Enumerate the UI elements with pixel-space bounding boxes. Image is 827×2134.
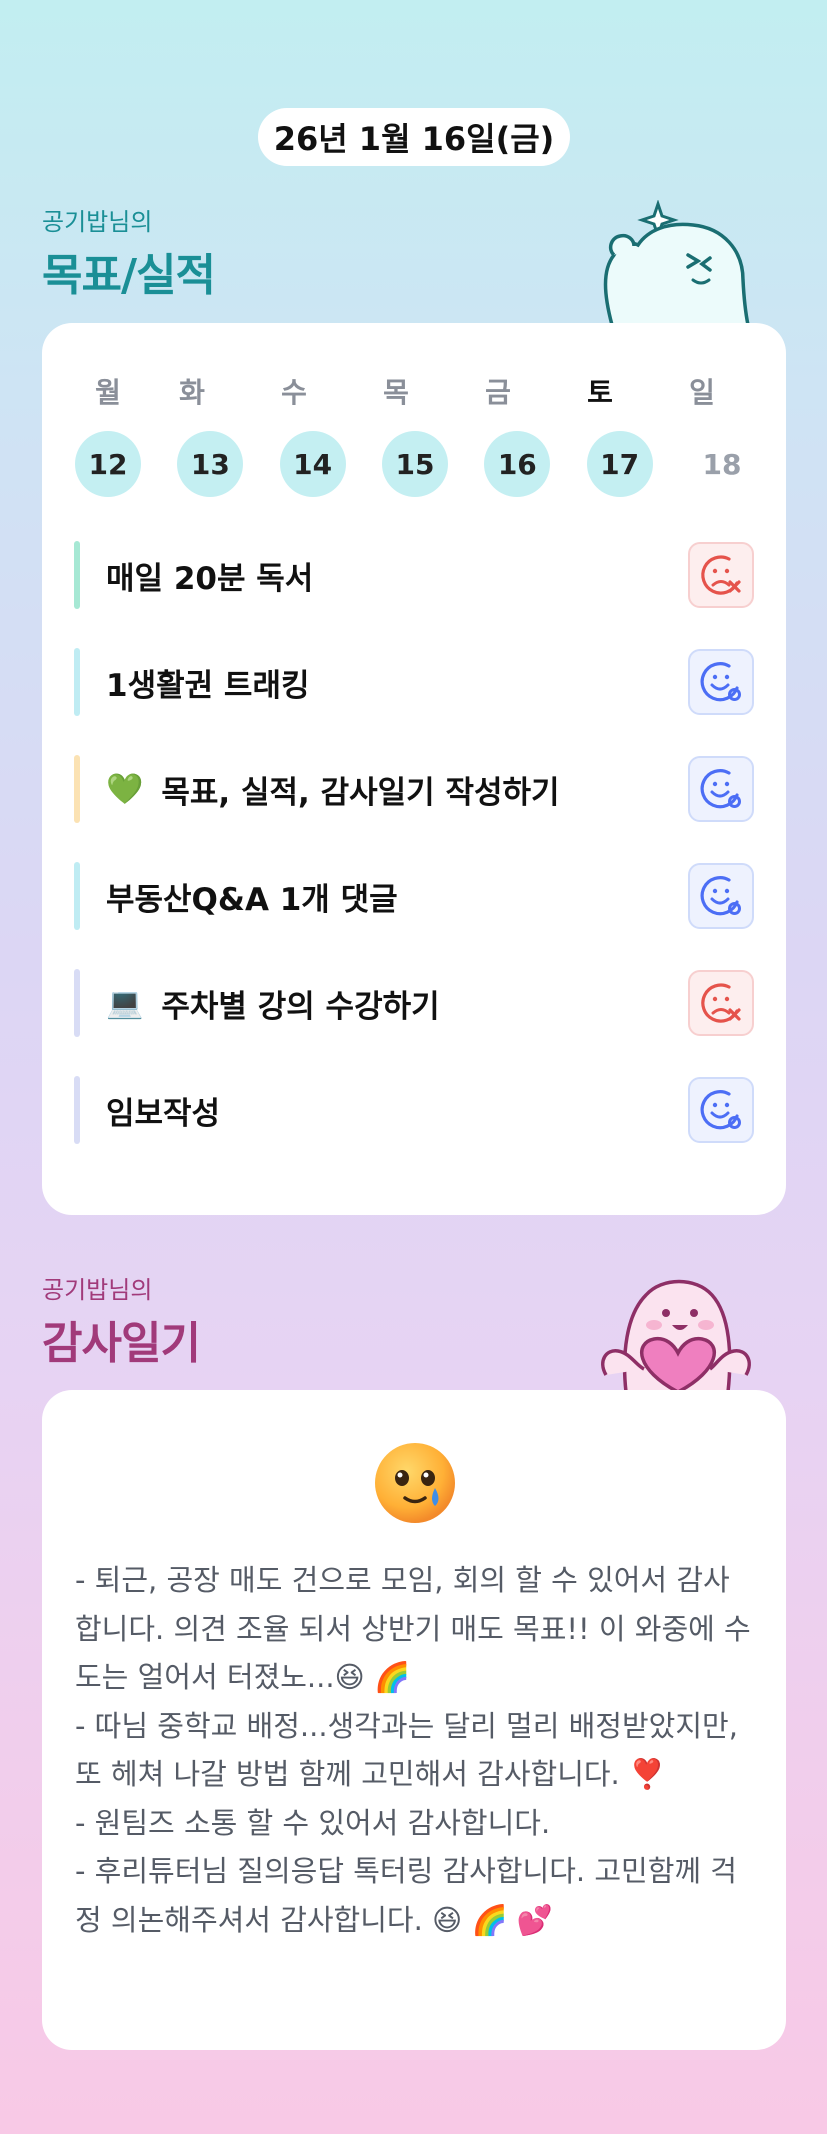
success-face-icon[interactable]: [688, 863, 754, 929]
gratitude-text: - 퇴근, 공장 매도 건으로 모임, 회의 할 수 있어서 감사합니다. 의견…: [75, 1563, 751, 1937]
day-18[interactable]: 18: [689, 431, 755, 497]
goal-bar: [74, 1076, 80, 1144]
goals-title: 목표/실적: [42, 250, 216, 301]
laptop-icon: 💻: [106, 985, 144, 1021]
goal-bar: [74, 862, 80, 930]
weekday-sun: 일: [689, 376, 715, 409]
goals-section-header: 공기밥님의 목표/실적: [42, 202, 216, 303]
day-15[interactable]: 15: [381, 431, 448, 497]
goal-label: 임보작성: [106, 1095, 221, 1132]
goal-bar: [74, 541, 80, 609]
success-face-icon[interactable]: [688, 649, 754, 715]
day-13[interactable]: 13: [177, 431, 244, 497]
goal-item[interactable]: 매일 20분 독서: [74, 541, 754, 609]
fail-face-icon[interactable]: [688, 542, 754, 608]
gratitude-card: - 퇴근, 공장 매도 건으로 모임, 회의 할 수 있어서 감사합니다. 의견…: [42, 1390, 786, 2050]
weekday-fri: 금: [485, 376, 511, 409]
fail-face-icon[interactable]: [688, 970, 754, 1036]
goal-item[interactable]: 임보작성: [74, 1076, 754, 1144]
goal-bar: [74, 969, 80, 1037]
gratitude-subtitle: 공기밥님의: [42, 1276, 153, 1304]
goal-label: 주차별 강의 수강하기: [161, 988, 440, 1025]
goal-label: 1생활권 트래킹: [106, 667, 310, 704]
weekday-header: 월 화 수 목 금 토 일: [75, 371, 755, 411]
gratitude-section-header: 공기밥님의 감사일기: [42, 1270, 201, 1371]
day-16[interactable]: 16: [484, 431, 551, 497]
goal-bar: [74, 755, 80, 823]
goal-item[interactable]: 💻 주차별 강의 수강하기: [74, 969, 754, 1037]
heart-ghost-mascot-icon: [601, 1279, 751, 1392]
weekday-wed: 수: [281, 376, 307, 409]
goal-label: 매일 20분 독서: [106, 560, 314, 597]
weekday-tue: 화: [179, 376, 205, 409]
goal-label: 목표, 실적, 감사일기 작성하기: [161, 774, 560, 811]
goals-card: 월 화 수 목 금 토 일 12 13 14 15 16 17 18 매일 20…: [42, 323, 786, 1215]
ghost-mascot-icon: [603, 200, 750, 325]
goal-bar: [74, 648, 80, 716]
success-face-icon[interactable]: [688, 1077, 754, 1143]
day-14[interactable]: 14: [279, 431, 346, 497]
goal-item[interactable]: 💚 목표, 실적, 감사일기 작성하기: [74, 755, 754, 823]
weekday-thu: 목: [383, 376, 409, 409]
weekday-mon: 월: [95, 376, 121, 409]
goal-item[interactable]: 1생활권 트래킹: [74, 648, 754, 716]
day-row: 12 13 14 15 16 17 18: [75, 431, 755, 497]
weekday-sat: 토: [587, 376, 613, 409]
day-12[interactable]: 12: [75, 431, 141, 497]
gratitude-title: 감사일기: [42, 1318, 201, 1369]
smiling-tear-face-icon: [375, 1443, 455, 1523]
date-pill: 26년 1월 16일(금): [258, 108, 570, 166]
goals-subtitle: 공기밥님의: [42, 208, 153, 236]
success-face-icon[interactable]: [688, 756, 754, 822]
day-17[interactable]: 17: [586, 431, 653, 497]
green-heart-icon: 💚: [106, 771, 144, 807]
goal-item[interactable]: 부동산Q&A 1개 댓글: [74, 862, 754, 930]
goal-label: 부동산Q&A 1개 댓글: [106, 881, 398, 918]
